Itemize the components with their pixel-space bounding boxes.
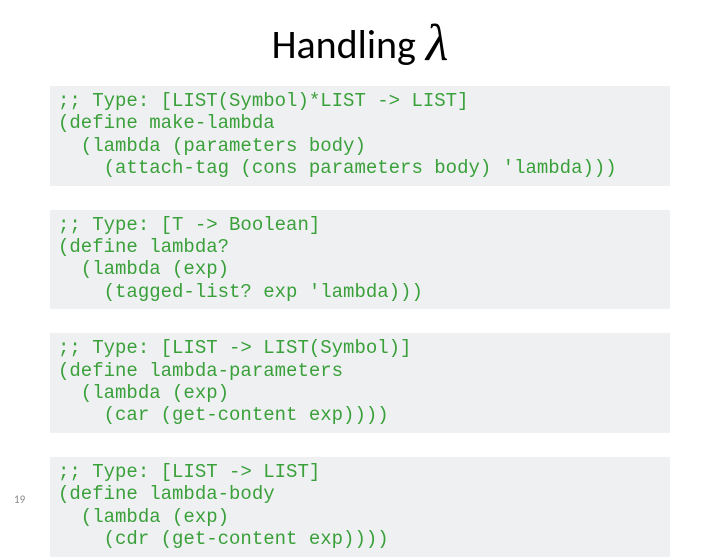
- code-block-make-lambda: ;; Type: [LIST(Symbol)*LIST -> LIST] (de…: [50, 86, 670, 186]
- lambda-icon: λ: [426, 18, 449, 70]
- title-text: Handling: [272, 20, 416, 69]
- slide-title: Handling λ: [50, 18, 670, 70]
- code-block-lambda-predicate: ;; Type: [T -> Boolean] (define lambda? …: [50, 210, 670, 310]
- slide: Handling λ ;; Type: [LIST(Symbol)*LIST -…: [0, 0, 720, 540]
- code-block-lambda-body: ;; Type: [LIST -> LIST] (define lambda-b…: [50, 457, 670, 557]
- code-block-lambda-parameters: ;; Type: [LIST -> LIST(Symbol)] (define …: [50, 333, 670, 433]
- page-number: 19: [14, 493, 25, 506]
